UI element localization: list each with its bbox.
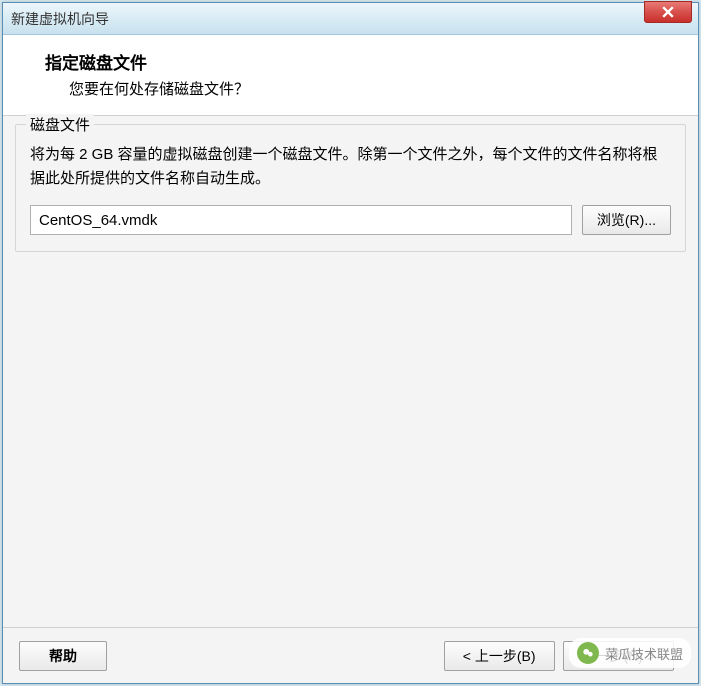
disk-file-input[interactable] — [30, 205, 572, 235]
page-title: 指定磁盘文件 — [27, 49, 674, 74]
close-icon — [662, 6, 674, 18]
page-subtitle: 您要在何处存储磁盘文件？ — [27, 78, 674, 99]
browse-button[interactable]: 浏览(R)... — [582, 205, 671, 235]
wizard-header: 指定磁盘文件 您要在何处存储磁盘文件？ — [3, 35, 698, 116]
disk-file-group: 磁盘文件 将为每 2 GB 容量的虚拟磁盘创建一个磁盘文件。除第一个文件之外，每… — [15, 124, 686, 252]
wechat-icon — [577, 642, 599, 664]
watermark-text: 菜瓜技术联盟 — [605, 644, 683, 663]
titlebar: 新建虚拟机向导 — [3, 3, 698, 35]
group-description: 将为每 2 GB 容量的虚拟磁盘创建一个磁盘文件。除第一个文件之外，每个文件的文… — [30, 143, 671, 191]
help-button[interactable]: 帮助 — [19, 641, 107, 671]
close-button[interactable] — [644, 1, 692, 23]
watermark: 菜瓜技术联盟 — [569, 638, 691, 668]
window-title: 新建虚拟机向导 — [11, 9, 692, 29]
file-row: 浏览(R)... — [30, 205, 671, 235]
back-button[interactable]: < 上一步(B) — [444, 641, 555, 671]
wizard-window: 新建虚拟机向导 指定磁盘文件 您要在何处存储磁盘文件？ 磁盘文件 将为每 2 G… — [2, 2, 699, 684]
group-label: 磁盘文件 — [26, 114, 94, 135]
wizard-content: 磁盘文件 将为每 2 GB 容量的虚拟磁盘创建一个磁盘文件。除第一个文件之外，每… — [3, 116, 698, 627]
